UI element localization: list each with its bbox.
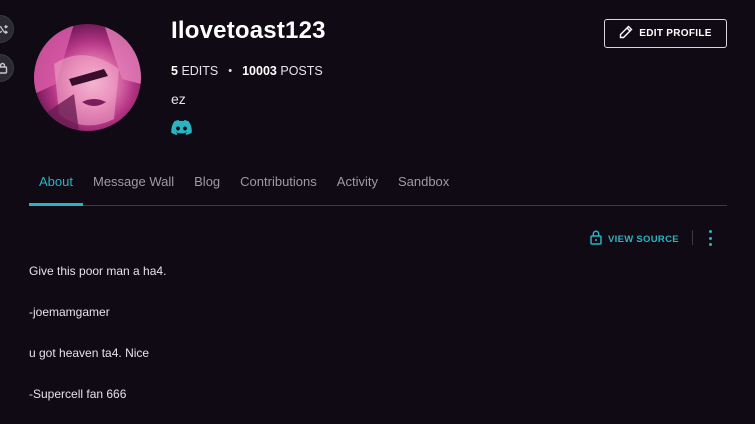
posts-label[interactable]: POSTS <box>280 64 322 78</box>
discord-icon[interactable] <box>171 120 192 135</box>
page-content: Give this poor man a ha4. -joemamgamer u… <box>29 264 719 424</box>
edit-profile-button[interactable]: EDIT PROFILE <box>604 19 727 48</box>
profile-tabs: About Message Wall Blog Contributions Ac… <box>29 163 727 206</box>
profile-stats: 5 EDITS • 10003 POSTS <box>171 64 323 78</box>
tab-message-wall[interactable]: Message Wall <box>93 163 174 205</box>
profile-page: Ilovetoast123 5 EDITS • 10003 POSTS ez E… <box>0 0 755 424</box>
edits-label[interactable]: EDITS <box>181 64 218 78</box>
view-source-label: VIEW SOURCE <box>608 233 679 245</box>
tab-about[interactable]: About <box>29 163 83 206</box>
shuffle-icon <box>0 24 8 35</box>
content-line: -Supercell fan 666 <box>29 387 127 401</box>
rail-shuffle-button[interactable] <box>0 15 14 43</box>
edit-profile-label: EDIT PROFILE <box>639 28 712 39</box>
tab-sandbox[interactable]: Sandbox <box>398 163 449 205</box>
edits-count: 5 <box>171 64 178 78</box>
lock-icon <box>0 62 8 74</box>
tab-contributions[interactable]: Contributions <box>240 163 317 205</box>
rail-lock-button[interactable] <box>0 54 14 82</box>
stats-separator: • <box>228 65 233 77</box>
avatar-image <box>34 24 141 131</box>
content-line: -joemamgamer <box>29 305 110 319</box>
more-options-icon[interactable] <box>704 230 716 246</box>
view-source-button[interactable]: VIEW SOURCE <box>590 230 679 248</box>
pencil-icon <box>619 25 633 42</box>
username: Ilovetoast123 <box>171 17 326 44</box>
lock-icon <box>590 230 602 248</box>
content-line: Give this poor man a ha4. <box>29 264 167 278</box>
avatar[interactable] <box>34 24 141 131</box>
toolbar-divider <box>692 230 693 245</box>
content-line: u got heaven ta4. Nice <box>29 346 150 360</box>
tab-activity[interactable]: Activity <box>337 163 378 205</box>
posts-count: 10003 <box>242 64 277 78</box>
profile-bio: ez <box>171 91 186 107</box>
tab-blog[interactable]: Blog <box>194 163 220 205</box>
